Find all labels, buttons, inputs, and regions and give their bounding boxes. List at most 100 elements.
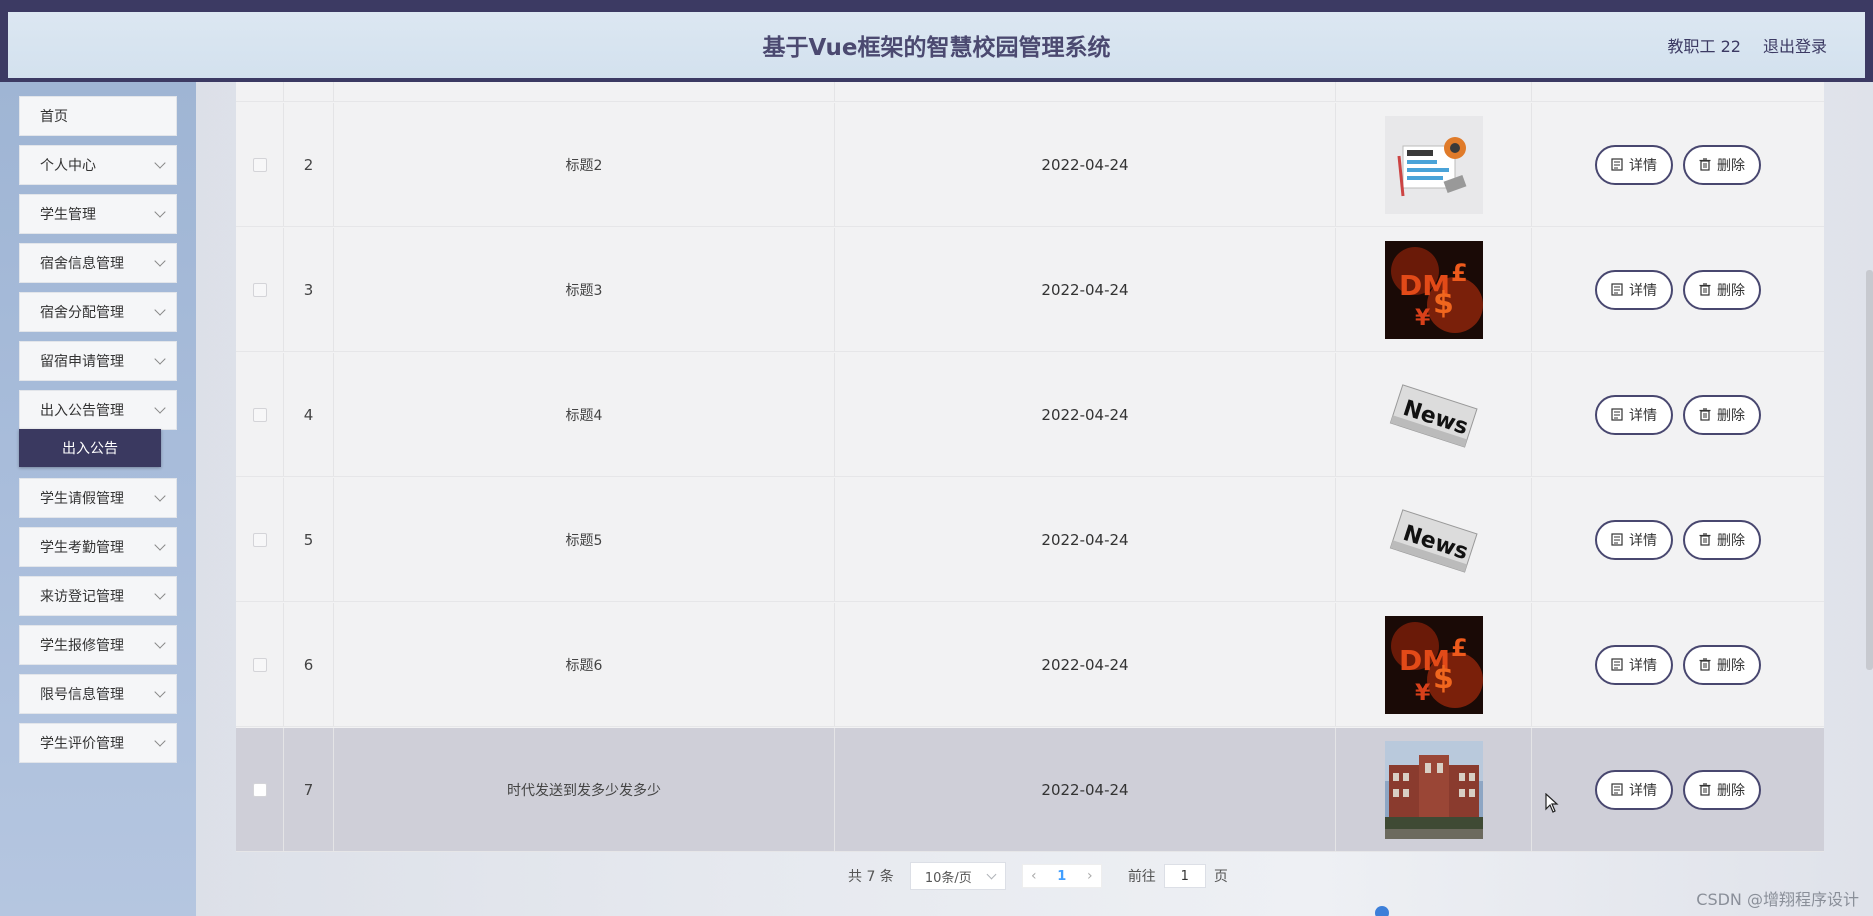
newspaper-image: News xyxy=(1384,365,1483,464)
row-title: 标题6 xyxy=(565,657,603,674)
document-icon xyxy=(1611,283,1623,296)
header-user-area: 教职工 22 退出登录 xyxy=(1668,12,1827,78)
delete-button[interactable]: 删除 xyxy=(1683,269,1761,310)
chevron-down-icon xyxy=(154,402,166,414)
mouse-cursor-icon xyxy=(1545,793,1559,813)
table-row: 4 标题4 2022-04-24 News 详情 删除 xyxy=(236,353,1824,477)
detail-button[interactable]: 详情 xyxy=(1595,519,1673,560)
news-clipart-image xyxy=(1384,115,1483,214)
pagination-total: 共 7 条 xyxy=(848,869,894,885)
data-table: 2 标题2 2022-04-24 详情 删除 3 标题3 2022-04-24 … xyxy=(236,82,1824,852)
table-row-partial xyxy=(236,82,1824,102)
delete-button[interactable]: 删除 xyxy=(1683,519,1761,560)
table-row: 5 标题5 2022-04-24 News 详情 删除 xyxy=(236,478,1824,602)
table-row: 6 标题6 2022-04-24 DM $ ¥ £ 详情 删除 xyxy=(236,603,1824,727)
chevron-down-icon xyxy=(154,539,166,551)
svg-text:$: $ xyxy=(1433,286,1454,321)
delete-button[interactable]: 删除 xyxy=(1683,769,1761,810)
table-row: 2 标题2 2022-04-24 详情 删除 xyxy=(236,103,1824,227)
sidebar-item-repair[interactable]: 学生报修管理 xyxy=(19,625,177,665)
goto-label: 前往 xyxy=(1127,869,1156,885)
row-date: 2022-04-24 xyxy=(1041,155,1129,174)
detail-button[interactable]: 详情 xyxy=(1595,269,1673,310)
row-checkbox[interactable] xyxy=(252,282,267,297)
detail-button[interactable]: 详情 xyxy=(1595,644,1673,685)
chevron-down-icon xyxy=(154,255,166,267)
row-checkbox[interactable] xyxy=(252,657,267,672)
row-title: 标题5 xyxy=(565,532,603,549)
row-date: 2022-04-24 xyxy=(1041,280,1129,299)
chevron-down-icon xyxy=(154,735,166,747)
document-icon xyxy=(1611,158,1623,171)
goto-page-input[interactable] xyxy=(1163,864,1206,888)
detail-button[interactable]: 详情 xyxy=(1595,394,1673,435)
delete-button[interactable]: 删除 xyxy=(1683,144,1761,185)
trash-icon xyxy=(1699,408,1711,421)
row-date: 2022-04-24 xyxy=(1041,655,1129,674)
page-size-select[interactable]: 10条/页 xyxy=(909,862,1006,890)
app-title: 基于Vue框架的智慧校园管理系统 xyxy=(762,35,1111,61)
table-row: 7 时代发送到发多少发多少 2022-04-24 详情 删除 xyxy=(236,728,1824,852)
trash-icon xyxy=(1699,783,1711,796)
detail-button[interactable]: 详情 xyxy=(1595,769,1673,810)
row-index: 6 xyxy=(303,655,314,674)
row-checkbox[interactable] xyxy=(252,157,267,172)
row-date: 2022-04-24 xyxy=(1041,780,1129,799)
table-row: 3 标题3 2022-04-24 DM $ ¥ £ 详情 删除 xyxy=(236,228,1824,352)
chevron-down-icon xyxy=(154,588,166,600)
row-index: 5 xyxy=(303,530,314,549)
document-icon xyxy=(1611,783,1623,796)
progress-dot xyxy=(1375,906,1389,916)
money-symbols-image: DM $ ¥ £ xyxy=(1384,615,1483,714)
sidebar-item-visitor[interactable]: 来访登记管理 xyxy=(19,576,177,616)
row-checkbox[interactable] xyxy=(252,532,267,547)
chevron-down-icon xyxy=(986,869,997,880)
campus-building-image xyxy=(1384,740,1483,839)
chevron-down-icon xyxy=(154,157,166,169)
sidebar-item-dorm-assign[interactable]: 宿舍分配管理 xyxy=(19,292,177,332)
sidebar-item-dorm-info[interactable]: 宿舍信息管理 xyxy=(19,243,177,283)
trash-icon xyxy=(1699,658,1711,671)
header-inner: 基于Vue框架的智慧校园管理系统 教职工 22 退出登录 xyxy=(8,12,1865,78)
next-page-icon[interactable]: › xyxy=(1079,868,1101,884)
sidebar-item-evaluation[interactable]: 学生评价管理 xyxy=(19,723,177,763)
row-title: 标题3 xyxy=(565,282,603,299)
sidebar-item-announcement[interactable]: 出入公告管理 xyxy=(19,390,177,430)
svg-text:£: £ xyxy=(1451,634,1468,662)
row-checkbox[interactable] xyxy=(252,407,267,422)
prev-page-icon[interactable]: ‹ xyxy=(1023,868,1045,884)
submenu-announcement[interactable]: 出入公告 xyxy=(19,429,161,467)
sidebar-item-students[interactable]: 学生管理 xyxy=(19,194,177,234)
sidebar: 首页 个人中心 学生管理 宿舍信息管理 宿舍分配管理 留宿申请管理 出入公告管理… xyxy=(0,82,196,916)
row-date: 2022-04-24 xyxy=(1041,405,1129,424)
row-checkbox[interactable] xyxy=(252,782,267,797)
money-symbols-image: DM $ ¥ £ xyxy=(1384,240,1483,339)
row-title: 时代发送到发多少发多少 xyxy=(507,782,661,799)
document-icon xyxy=(1611,533,1623,546)
trash-icon xyxy=(1699,158,1711,171)
row-title: 标题2 xyxy=(565,157,603,174)
sidebar-item-personal[interactable]: 个人中心 xyxy=(19,145,177,185)
sidebar-item-attendance[interactable]: 学生考勤管理 xyxy=(19,527,177,567)
pagination: 共 7 条 10条/页 ‹ 1 › 前往 页 xyxy=(848,862,1228,890)
sidebar-item-limit[interactable]: 限号信息管理 xyxy=(19,674,177,714)
delete-button[interactable]: 删除 xyxy=(1683,644,1761,685)
trash-icon xyxy=(1699,283,1711,296)
sidebar-item-stay-apply[interactable]: 留宿申请管理 xyxy=(19,341,177,381)
row-index: 7 xyxy=(303,780,314,799)
watermark: CSDN @增翔程序设计 xyxy=(1696,890,1859,909)
row-date: 2022-04-24 xyxy=(1041,530,1129,549)
delete-button[interactable]: 删除 xyxy=(1683,394,1761,435)
svg-text:¥: ¥ xyxy=(1415,681,1431,706)
sidebar-item-home[interactable]: 首页 xyxy=(19,96,177,136)
page-number[interactable]: 1 xyxy=(1045,869,1079,884)
user-label[interactable]: 教职工 22 xyxy=(1668,33,1741,57)
detail-button[interactable]: 详情 xyxy=(1595,144,1673,185)
svg-text:¥: ¥ xyxy=(1415,306,1431,331)
logout-link[interactable]: 退出登录 xyxy=(1763,33,1827,57)
sidebar-item-leave[interactable]: 学生请假管理 xyxy=(19,478,177,518)
chevron-down-icon xyxy=(154,206,166,218)
row-title: 标题4 xyxy=(565,407,603,424)
trash-icon xyxy=(1699,533,1711,546)
scrollbar-thumb[interactable] xyxy=(1866,270,1873,670)
